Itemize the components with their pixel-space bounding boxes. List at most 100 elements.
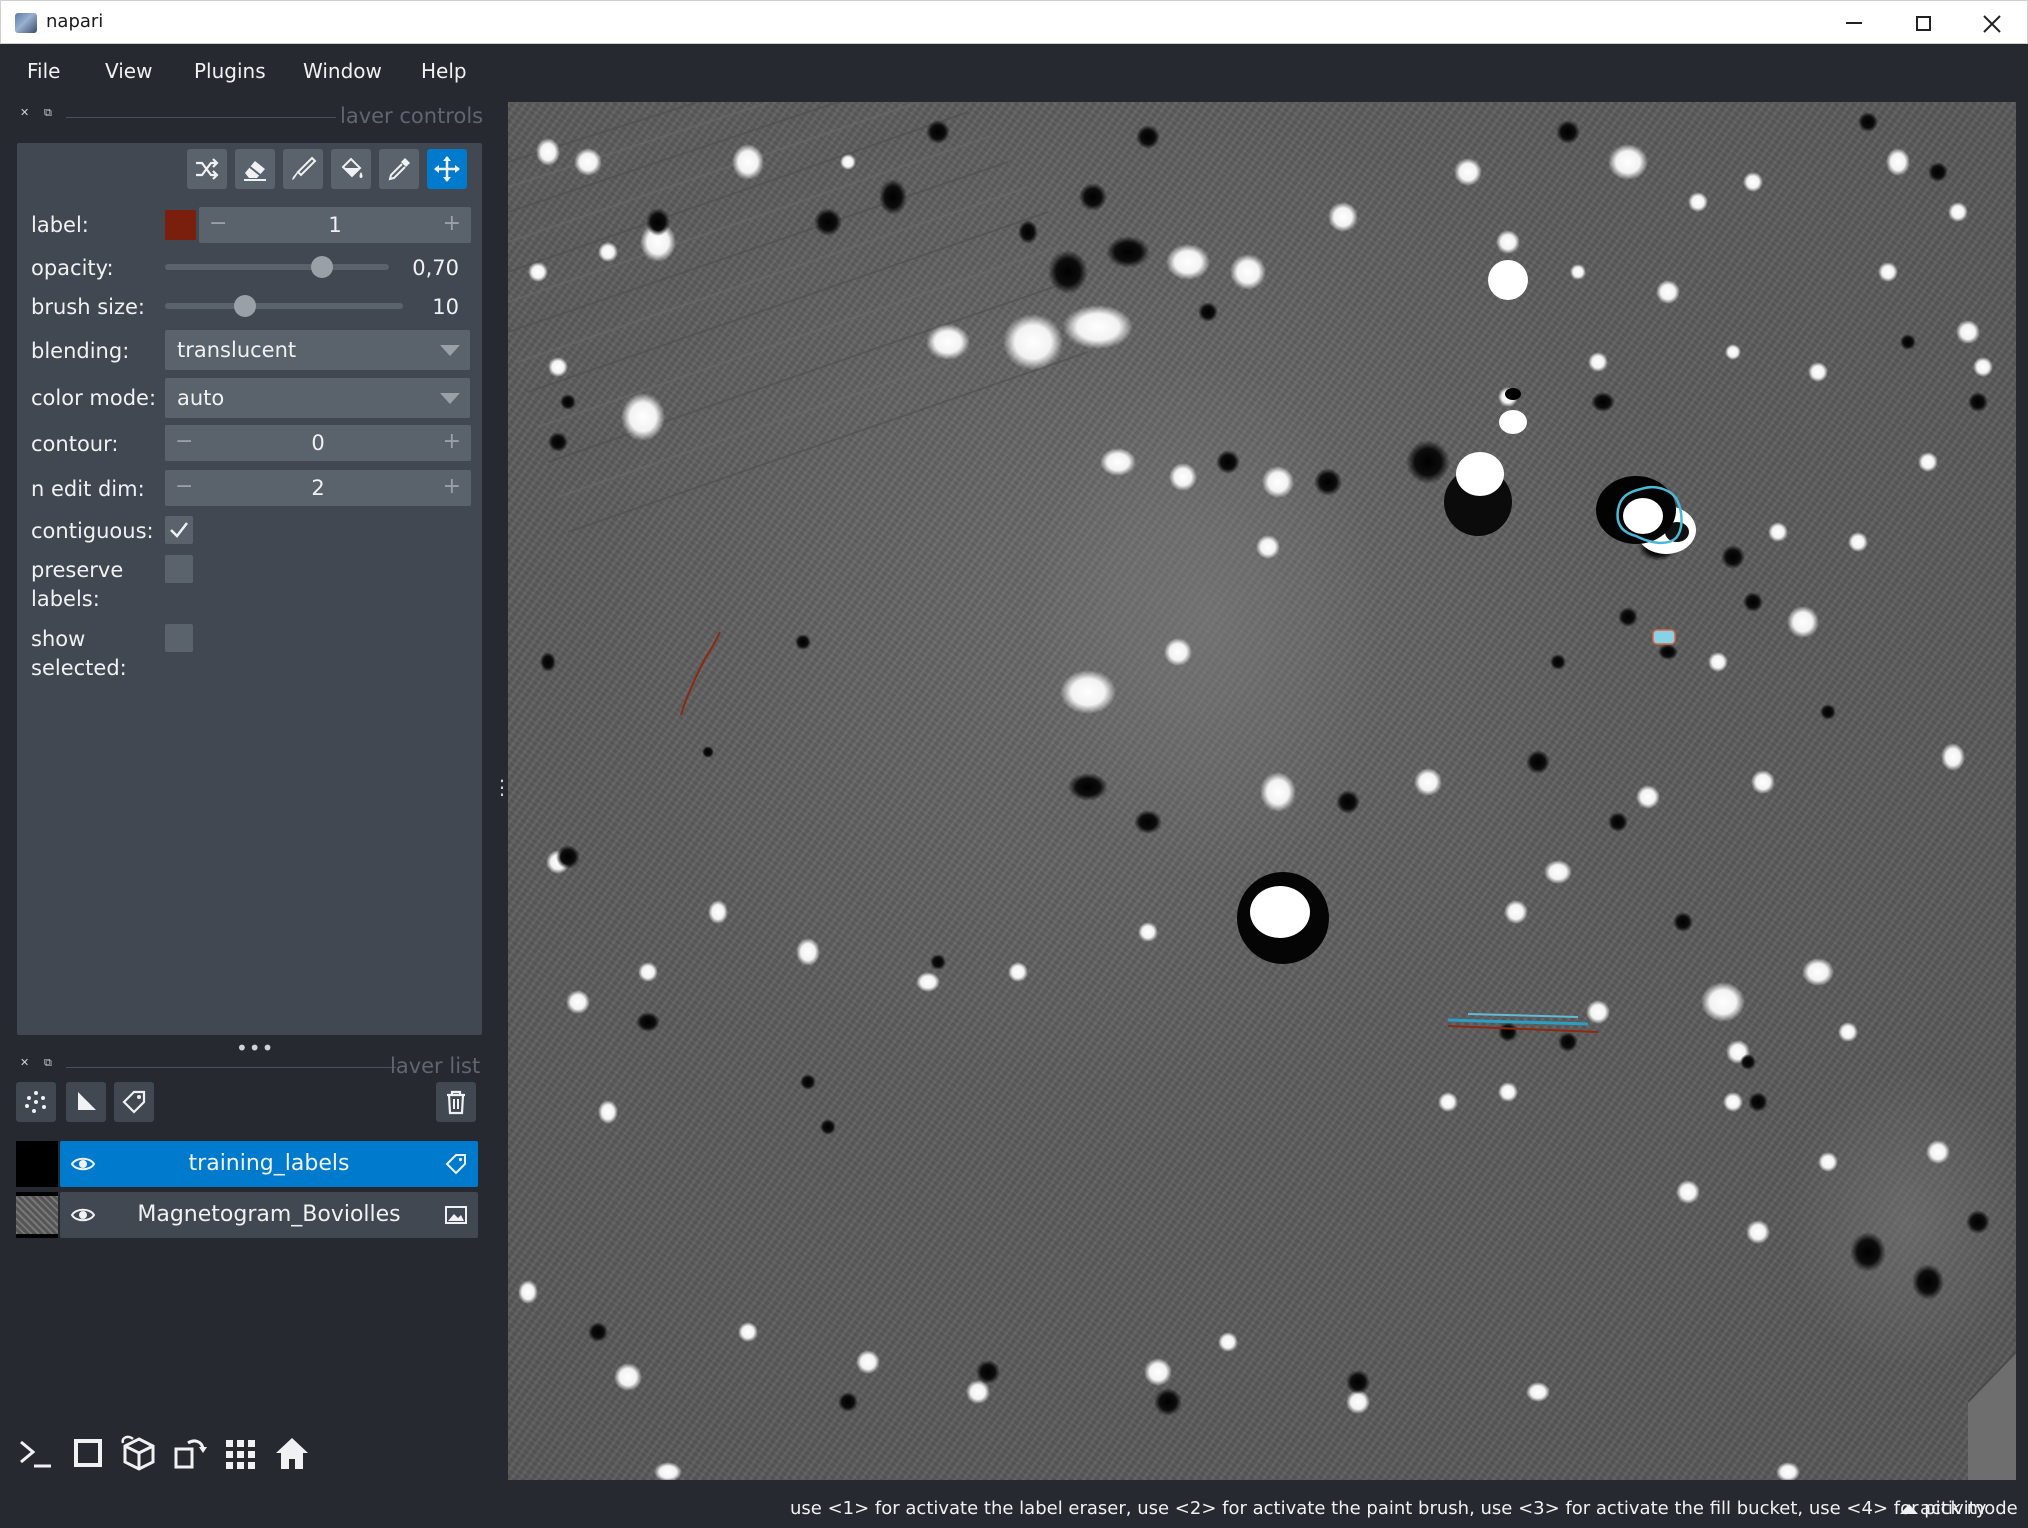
opacity-label: opacity: — [31, 256, 114, 280]
layer-item[interactable]: Magnetogram_Boviolles — [60, 1192, 478, 1238]
console-button[interactable] — [16, 1433, 56, 1475]
square-icon — [74, 1439, 102, 1467]
minimize-button[interactable] — [1819, 1, 1889, 45]
checkmark-icon — [170, 522, 188, 538]
contiguous-checkbox[interactable] — [165, 516, 193, 544]
label-color-swatch[interactable] — [165, 210, 196, 240]
title-bar: napari — [0, 0, 2028, 44]
home-icon — [276, 1438, 308, 1469]
color-mode-dropdown[interactable]: auto — [165, 378, 470, 418]
blending-label: blending: — [31, 339, 130, 363]
roll-dimensions-button[interactable] — [119, 1433, 159, 1475]
new-points-layer-button[interactable] — [16, 1082, 56, 1122]
shuffle-icon — [196, 158, 219, 180]
visibility-eye-icon[interactable] — [70, 1202, 96, 1228]
dock-close-icon[interactable]: ✕ — [20, 107, 32, 118]
layer-name[interactable]: Magnetogram_Boviolles — [110, 1202, 428, 1227]
visibility-eye-icon[interactable] — [70, 1151, 96, 1177]
status-bar: use <1> for activate the label eraser, u… — [0, 1490, 2028, 1528]
preserve-labels-label-line1: preserve — [31, 558, 124, 582]
n-edit-dim-label: n edit dim: — [31, 477, 145, 501]
contiguous-label: contiguous: — [31, 519, 154, 543]
layer-controls-title: laver controls — [340, 104, 484, 128]
labels-icon — [445, 1154, 466, 1175]
show-selected-checkbox[interactable] — [165, 624, 193, 652]
grid-icon — [226, 1440, 255, 1469]
close-icon — [1983, 15, 2001, 33]
layer-controls-panel: label: − 1 + opacity: 0,70 brush size: 1… — [17, 143, 482, 1035]
dock-splitter-handle[interactable]: ⋮ — [492, 775, 512, 799]
picker-button[interactable] — [379, 149, 419, 189]
show-selected-label-line1: show — [31, 627, 86, 651]
menu-file[interactable]: File — [27, 59, 60, 83]
contour-spinbox[interactable]: − 0 + — [165, 425, 471, 461]
toggle-ndisplay-button[interactable] — [68, 1433, 108, 1475]
n-edit-dim-value: 2 — [311, 476, 325, 500]
layer-row-magnetogram[interactable]: Magnetogram_Boviolles — [16, 1192, 478, 1238]
reset-view-button[interactable] — [272, 1433, 312, 1475]
menu-plugins[interactable]: Plugins — [194, 59, 266, 83]
status-message: use <1> for activate the label eraser, u… — [790, 1498, 2018, 1519]
paintbrush-icon — [292, 156, 317, 180]
layer-row-training-labels[interactable]: training_labels — [16, 1141, 478, 1187]
grid-view-button[interactable] — [220, 1433, 260, 1475]
n-edit-dim-spinbox[interactable]: − 2 + — [165, 470, 471, 506]
opacity-slider-handle[interactable] — [310, 256, 333, 278]
show-selected-label-line2: selected: — [31, 656, 127, 680]
eraser-icon — [244, 161, 266, 181]
points-icon — [25, 1091, 46, 1113]
terminal-icon — [20, 1440, 51, 1468]
contour-label: contour: — [31, 432, 119, 456]
activity-button[interactable]: activity — [1900, 1498, 1986, 1519]
color-mode-value: auto — [177, 386, 225, 410]
delete-layer-button[interactable] — [436, 1082, 476, 1122]
contour-value: 0 — [311, 431, 325, 455]
dock-float-icon[interactable]: ⧉ — [44, 1057, 56, 1068]
blending-dropdown[interactable]: translucent — [165, 330, 470, 370]
window-title: napari — [46, 11, 104, 32]
increment-icon[interactable]: + — [443, 211, 461, 236]
opacity-value: 0,70 — [412, 256, 459, 280]
dock-close-icon[interactable]: ✕ — [20, 1057, 32, 1068]
maximize-button[interactable] — [1888, 1, 1958, 45]
menu-help[interactable]: Help — [421, 59, 467, 83]
layer-item-selected[interactable]: training_labels — [60, 1141, 478, 1187]
fill-bucket-button[interactable] — [331, 149, 371, 189]
opacity-slider[interactable] — [165, 264, 389, 270]
maximize-icon — [1915, 15, 1931, 31]
chevron-up-icon — [1900, 1504, 1918, 1514]
brush-size-slider[interactable] — [165, 303, 403, 309]
menu-view[interactable]: View — [105, 59, 152, 83]
shuffle-button[interactable] — [187, 149, 227, 189]
napari-logo-icon — [15, 13, 37, 33]
close-button[interactable] — [1957, 1, 2027, 45]
menu-bar: File View Plugins Window Help — [0, 44, 2028, 96]
pan-zoom-button[interactable] — [427, 149, 467, 189]
layer-name[interactable]: training_labels — [110, 1151, 428, 1176]
new-labels-layer-button[interactable] — [114, 1082, 154, 1122]
image-icon — [445, 1206, 467, 1224]
transpose-button[interactable] — [170, 1433, 210, 1475]
brush-size-label: brush size: — [31, 295, 145, 319]
fill-bucket-icon — [341, 157, 363, 178]
activity-label: activity — [1920, 1498, 1987, 1519]
viewer-canvas[interactable] — [508, 102, 2016, 1480]
label-value: 1 — [328, 213, 342, 237]
paintbrush-button[interactable] — [283, 149, 323, 189]
minimize-icon — [1846, 22, 1862, 24]
layer-thumbnail — [16, 1192, 58, 1238]
dock-divider — [66, 117, 336, 118]
trash-icon — [447, 1090, 465, 1115]
cube-icon — [121, 1435, 155, 1471]
dock-float-icon[interactable]: ⧉ — [44, 107, 56, 118]
layer-controls-header: ✕ ⧉ laver controls — [14, 104, 484, 130]
increment-icon[interactable]: + — [443, 474, 461, 499]
preserve-labels-checkbox[interactable] — [165, 555, 193, 583]
label-spinbox[interactable]: − 1 + — [199, 207, 471, 243]
new-shapes-layer-button[interactable] — [66, 1082, 106, 1122]
increment-icon[interactable]: + — [443, 429, 461, 454]
brush-size-value: 10 — [432, 295, 459, 319]
brush-size-slider-handle[interactable] — [233, 295, 256, 317]
eraser-button[interactable] — [235, 149, 275, 189]
menu-window[interactable]: Window — [303, 59, 382, 83]
